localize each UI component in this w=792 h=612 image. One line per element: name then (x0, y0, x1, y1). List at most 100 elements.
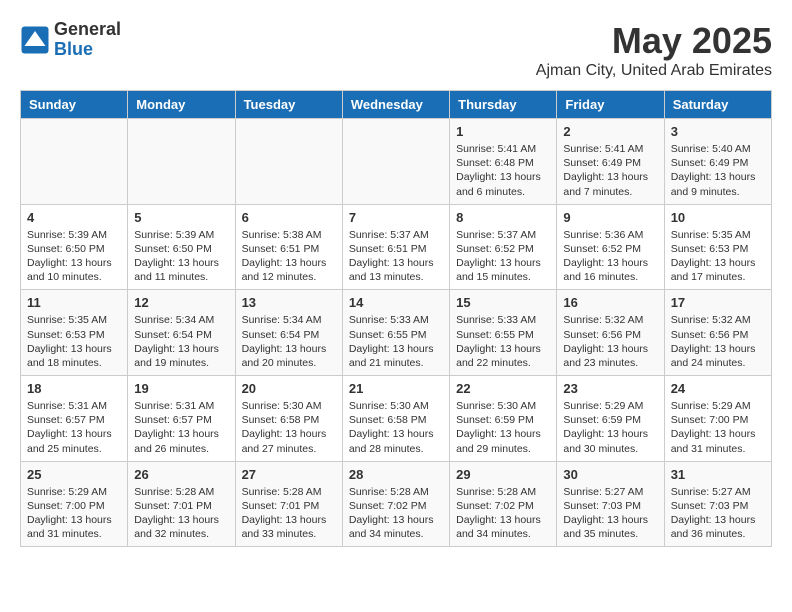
calendar-cell: 2 Sunrise: 5:41 AM Sunset: 6:49 PM Daylig… (557, 119, 664, 205)
cell-day-number: 20 (242, 381, 336, 396)
weekday-header: Saturday (664, 91, 771, 119)
calendar-cell: 15Sunrise: 5:33 AM Sunset: 6:55 PM Dayli… (450, 290, 557, 376)
calendar-table: SundayMondayTuesdayWednesdayThursdayFrid… (20, 90, 772, 547)
calendar-cell: 28Sunrise: 5:28 AM Sunset: 7:02 PM Dayli… (342, 461, 449, 547)
logo-text: General Blue (54, 20, 121, 60)
cell-day-info: Sunrise: 5:29 AM Sunset: 7:00 PM Dayligh… (27, 485, 121, 542)
calendar-cell: 29 Sunrise: 5:28 AM Sunset: 7:02 PM Dayli… (450, 461, 557, 547)
calendar-cell (235, 119, 342, 205)
cell-day-number: 10 (671, 210, 765, 225)
calendar-cell: 13Sunrise: 5:34 AM Sunset: 6:54 PM Dayli… (235, 290, 342, 376)
cell-day-info: Sunrise: 5:30 AM Sunset: 6:58 PM Dayligh… (349, 399, 443, 456)
cell-day-info: Sunrise: 5:28 AM Sunset: 7:01 PM Dayligh… (242, 485, 336, 542)
calendar-cell: 31 Sunrise: 5:27 AM Sunset: 7:03 PM Dayli… (664, 461, 771, 547)
logo-icon (20, 25, 50, 55)
cell-day-info: Sunrise: 5:40 AM Sunset: 6:49 PM Dayligh… (671, 142, 765, 199)
cell-day-info: Sunrise: 5:31 AM Sunset: 6:57 PM Dayligh… (134, 399, 228, 456)
calendar-cell: 16 Sunrise: 5:32 AM Sunset: 6:56 PM Dayli… (557, 290, 664, 376)
cell-day-number: 9 (563, 210, 657, 225)
cell-day-number: 30 (563, 467, 657, 482)
cell-day-number: 1 (456, 124, 550, 139)
calendar-cell: 22Sunrise: 5:30 AM Sunset: 6:59 PM Dayli… (450, 376, 557, 462)
cell-day-number: 6 (242, 210, 336, 225)
cell-day-number: 26 (134, 467, 228, 482)
location-subtitle: Ajman City, United Arab Emirates (536, 62, 772, 80)
calendar-cell: 14 Sunrise: 5:33 AM Sunset: 6:55 PM Dayli… (342, 290, 449, 376)
calendar-cell: 9 Sunrise: 5:36 AM Sunset: 6:52 PM Daylig… (557, 204, 664, 290)
calendar-cell: 7 Sunrise: 5:37 AM Sunset: 6:51 PM Daylig… (342, 204, 449, 290)
cell-day-number: 25 (27, 467, 121, 482)
calendar-cell: 30 Sunrise: 5:27 AM Sunset: 7:03 PM Dayli… (557, 461, 664, 547)
calendar-cell: 12Sunrise: 5:34 AM Sunset: 6:54 PM Dayli… (128, 290, 235, 376)
cell-day-info: Sunrise: 5:28 AM Sunset: 7:02 PM Dayligh… (456, 485, 550, 542)
cell-day-info: Sunrise: 5:39 AM Sunset: 6:50 PM Dayligh… (134, 228, 228, 285)
cell-day-number: 29 (456, 467, 550, 482)
cell-day-number: 23 (563, 381, 657, 396)
cell-day-number: 24 (671, 381, 765, 396)
cell-day-info: Sunrise: 5:41 AM Sunset: 6:48 PM Dayligh… (456, 142, 550, 199)
weekday-header: Tuesday (235, 91, 342, 119)
cell-day-number: 3 (671, 124, 765, 139)
cell-day-info: Sunrise: 5:41 AM Sunset: 6:49 PM Dayligh… (563, 142, 657, 199)
calendar-cell: 23 Sunrise: 5:29 AM Sunset: 6:59 PM Dayli… (557, 376, 664, 462)
cell-day-info: Sunrise: 5:30 AM Sunset: 6:58 PM Dayligh… (242, 399, 336, 456)
calendar-cell: 4Sunrise: 5:39 AM Sunset: 6:50 PM Daylig… (21, 204, 128, 290)
title-block: May 2025 Ajman City, United Arab Emirate… (536, 20, 772, 80)
weekday-header: Monday (128, 91, 235, 119)
cell-day-info: Sunrise: 5:35 AM Sunset: 6:53 PM Dayligh… (671, 228, 765, 285)
weekday-header: Thursday (450, 91, 557, 119)
cell-day-info: Sunrise: 5:27 AM Sunset: 7:03 PM Dayligh… (671, 485, 765, 542)
cell-day-info: Sunrise: 5:37 AM Sunset: 6:51 PM Dayligh… (349, 228, 443, 285)
cell-day-info: Sunrise: 5:33 AM Sunset: 6:55 PM Dayligh… (349, 313, 443, 370)
calendar-cell: 10 Sunrise: 5:35 AM Sunset: 6:53 PM Dayli… (664, 204, 771, 290)
calendar-week-row: 25 Sunrise: 5:29 AM Sunset: 7:00 PM Dayli… (21, 461, 772, 547)
cell-day-number: 2 (563, 124, 657, 139)
cell-day-info: Sunrise: 5:27 AM Sunset: 7:03 PM Dayligh… (563, 485, 657, 542)
weekday-header: Sunday (21, 91, 128, 119)
calendar-cell: 8 Sunrise: 5:37 AM Sunset: 6:52 PM Daylig… (450, 204, 557, 290)
page-header: General Blue May 2025 Ajman City, United… (20, 20, 772, 80)
cell-day-info: Sunrise: 5:38 AM Sunset: 6:51 PM Dayligh… (242, 228, 336, 285)
cell-day-number: 19 (134, 381, 228, 396)
calendar-cell: 18 Sunrise: 5:31 AM Sunset: 6:57 PM Dayli… (21, 376, 128, 462)
calendar-cell: 20 Sunrise: 5:30 AM Sunset: 6:58 PM Dayli… (235, 376, 342, 462)
cell-day-info: Sunrise: 5:28 AM Sunset: 7:01 PM Dayligh… (134, 485, 228, 542)
cell-day-info: Sunrise: 5:36 AM Sunset: 6:52 PM Dayligh… (563, 228, 657, 285)
cell-day-number: 5 (134, 210, 228, 225)
calendar-week-row: 11 Sunrise: 5:35 AM Sunset: 6:53 PM Dayli… (21, 290, 772, 376)
calendar-cell: 5 Sunrise: 5:39 AM Sunset: 6:50 PM Daylig… (128, 204, 235, 290)
calendar-header-row: SundayMondayTuesdayWednesdayThursdayFrid… (21, 91, 772, 119)
cell-day-info: Sunrise: 5:35 AM Sunset: 6:53 PM Dayligh… (27, 313, 121, 370)
cell-day-info: Sunrise: 5:31 AM Sunset: 6:57 PM Dayligh… (27, 399, 121, 456)
logo-blue: Blue (54, 40, 121, 60)
calendar-week-row: 18 Sunrise: 5:31 AM Sunset: 6:57 PM Dayli… (21, 376, 772, 462)
calendar-cell: 21 Sunrise: 5:30 AM Sunset: 6:58 PM Dayli… (342, 376, 449, 462)
weekday-header: Friday (557, 91, 664, 119)
cell-day-number: 18 (27, 381, 121, 396)
logo-general: General (54, 20, 121, 40)
cell-day-info: Sunrise: 5:28 AM Sunset: 7:02 PM Dayligh… (349, 485, 443, 542)
cell-day-info: Sunrise: 5:32 AM Sunset: 6:56 PM Dayligh… (563, 313, 657, 370)
calendar-cell (342, 119, 449, 205)
calendar-cell (21, 119, 128, 205)
cell-day-info: Sunrise: 5:37 AM Sunset: 6:52 PM Dayligh… (456, 228, 550, 285)
cell-day-number: 11 (27, 295, 121, 310)
cell-day-info: Sunrise: 5:32 AM Sunset: 6:56 PM Dayligh… (671, 313, 765, 370)
calendar-cell: 27Sunrise: 5:28 AM Sunset: 7:01 PM Dayli… (235, 461, 342, 547)
cell-day-info: Sunrise: 5:34 AM Sunset: 6:54 PM Dayligh… (242, 313, 336, 370)
calendar-cell: 26 Sunrise: 5:28 AM Sunset: 7:01 PM Dayli… (128, 461, 235, 547)
cell-day-number: 8 (456, 210, 550, 225)
cell-day-number: 4 (27, 210, 121, 225)
cell-day-info: Sunrise: 5:34 AM Sunset: 6:54 PM Dayligh… (134, 313, 228, 370)
calendar-cell: 17Sunrise: 5:32 AM Sunset: 6:56 PM Dayli… (664, 290, 771, 376)
cell-day-number: 21 (349, 381, 443, 396)
cell-day-info: Sunrise: 5:29 AM Sunset: 6:59 PM Dayligh… (563, 399, 657, 456)
calendar-cell: 1 Sunrise: 5:41 AM Sunset: 6:48 PM Daylig… (450, 119, 557, 205)
calendar-cell: 3 Sunrise: 5:40 AM Sunset: 6:49 PM Daylig… (664, 119, 771, 205)
cell-day-number: 16 (563, 295, 657, 310)
cell-day-number: 14 (349, 295, 443, 310)
calendar-cell: 19 Sunrise: 5:31 AM Sunset: 6:57 PM Dayli… (128, 376, 235, 462)
cell-day-number: 7 (349, 210, 443, 225)
calendar-cell: 24Sunrise: 5:29 AM Sunset: 7:00 PM Dayli… (664, 376, 771, 462)
cell-day-number: 31 (671, 467, 765, 482)
